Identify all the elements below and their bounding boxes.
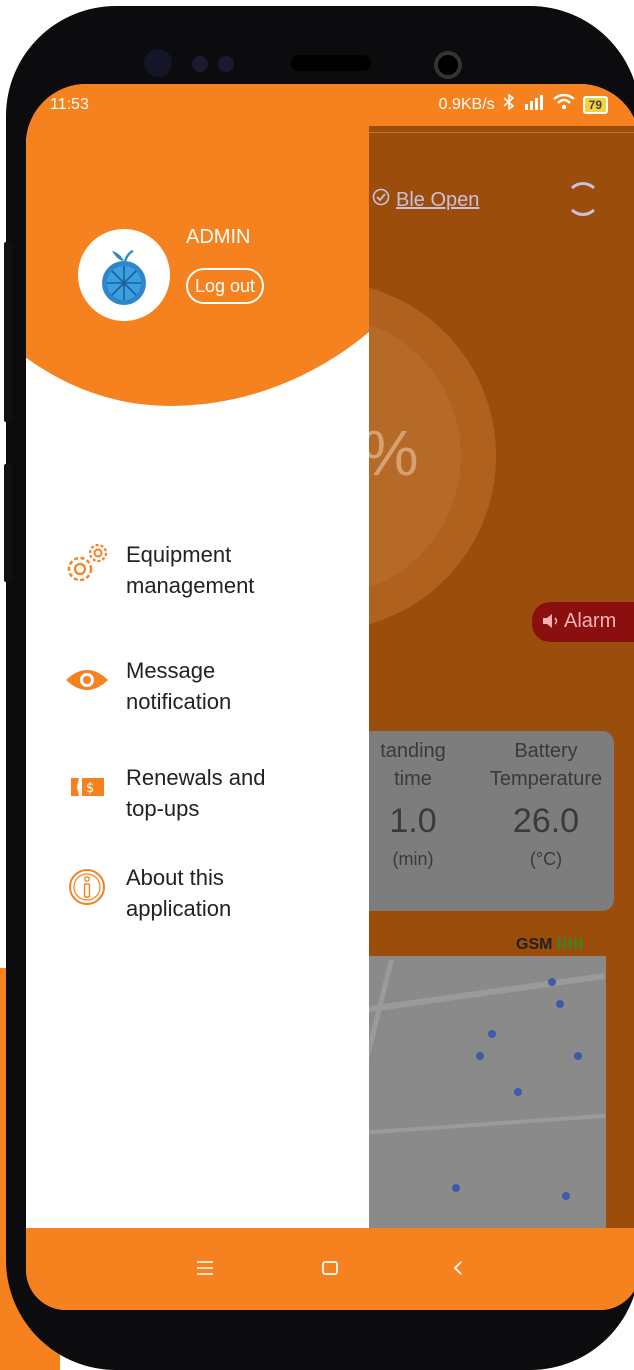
check-circle-icon — [372, 188, 390, 212]
eye-icon — [62, 655, 112, 705]
gsm-indicator: GSM IIIII — [516, 936, 584, 954]
system-nav-bar — [26, 1228, 634, 1310]
menu-item-message-notification[interactable]: Message notification — [62, 655, 306, 717]
gears-icon — [62, 539, 112, 589]
map-pin-icon[interactable] — [452, 1184, 460, 1192]
menu-item-equipment-management[interactable]: Equipment management — [62, 539, 306, 601]
map-pin-icon[interactable] — [514, 1088, 522, 1096]
map-pin-icon[interactable] — [488, 1030, 496, 1038]
gsm-signal-bars: IIIII — [556, 936, 585, 953]
orange-logo-icon — [102, 249, 146, 305]
divider — [366, 132, 634, 133]
alarm-button[interactable]: Alarm — [532, 602, 634, 642]
volume-button — [4, 242, 12, 422]
battery-indicator: 79 — [582, 95, 608, 114]
map-pin-icon[interactable] — [574, 1052, 582, 1060]
refresh-icon[interactable] — [566, 182, 600, 216]
earpiece-speaker — [291, 55, 371, 71]
info-icon — [62, 862, 112, 912]
back-icon[interactable] — [451, 1252, 465, 1283]
status-right: 0.9KB/s 79 — [438, 93, 608, 115]
home-icon[interactable] — [321, 1252, 339, 1283]
front-sensor — [144, 49, 172, 77]
stat-unit: (°C) — [529, 849, 563, 869]
map-pin-icon[interactable] — [562, 1192, 570, 1200]
avatar — [78, 229, 170, 321]
alarm-label: Alarm — [564, 610, 617, 632]
menu-label: Message notification — [126, 658, 232, 714]
speaker-icon — [542, 612, 564, 635]
cell-signal-icon — [523, 94, 545, 115]
stat-label-line1: Battery — [514, 740, 578, 762]
user-name: ADMIN — [186, 226, 251, 248]
menu-label: About this application — [126, 865, 232, 921]
menu-label: Renewals and top-ups — [126, 765, 266, 821]
bluetooth-icon — [503, 93, 515, 115]
svg-text:$: $ — [86, 781, 94, 796]
ble-status-text: Ble Open — [396, 189, 480, 211]
map-pin-icon[interactable] — [556, 1000, 564, 1008]
map-pin-icon[interactable] — [476, 1052, 484, 1060]
ticket-icon: $ — [62, 762, 112, 812]
sensor-dot — [218, 56, 234, 72]
status-bar: 11:53 0.9KB/s 79 — [26, 84, 634, 126]
screen: 11:53 0.9KB/s 79 Ble Open 0% Alarm tandi… — [26, 84, 634, 1310]
menu-item-renewals-top-ups[interactable]: $ Renewals and top-ups — [62, 762, 306, 824]
bixby-button — [4, 464, 12, 582]
ble-status-link[interactable]: Ble Open — [372, 188, 479, 212]
recents-icon[interactable] — [196, 1252, 214, 1283]
stat-battery-temperature: Battery Temperature 26.0 (°C) — [478, 737, 614, 873]
stat-label-line2: Temperature — [489, 768, 603, 790]
wifi-icon — [552, 93, 575, 115]
phone-frame: 11:53 0.9KB/s 79 Ble Open 0% Alarm tandi… — [4, 6, 634, 1370]
stat-value: 26.0 — [512, 802, 580, 840]
menu-label: Equipment management — [126, 542, 255, 598]
menu-item-about-application[interactable]: About this application — [62, 862, 306, 924]
network-speed: 0.9KB/s — [438, 95, 495, 113]
navigation-drawer: ADMIN Log out Equipment management Messa… — [26, 126, 369, 1228]
logout-button[interactable]: Log out — [186, 268, 264, 304]
status-time: 11:53 — [50, 96, 89, 113]
front-camera — [434, 51, 462, 79]
sensor-dot — [192, 56, 208, 72]
map-pin-icon[interactable] — [548, 978, 556, 986]
gsm-label: GSM — [516, 936, 553, 953]
